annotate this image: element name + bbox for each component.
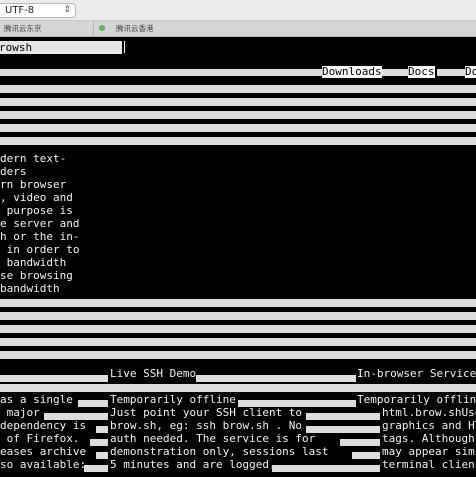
middle-column-line: demonstration only, sessions last: [110, 445, 329, 458]
render-bar: [238, 400, 356, 407]
tab-hongkong[interactable]: 腾讯云香港: [93, 21, 476, 36]
tab-label: 腾讯云香港: [116, 24, 154, 33]
render-bar: [352, 452, 380, 459]
intro-line: e server and: [0, 217, 80, 230]
render-bar: [0, 69, 322, 76]
section-header-demo: Live SSH Demo: [110, 367, 197, 380]
render-bar: [0, 312, 476, 320]
chevron-updown-icon: ⇕: [63, 5, 71, 15]
render-bar: [306, 426, 380, 433]
left-column-line: of Firefox.: [0, 432, 80, 445]
render-bar: [0, 98, 476, 106]
render-bar: [0, 299, 476, 307]
left-column-line: so available:: [0, 458, 87, 471]
intro-line: purpose is: [0, 204, 73, 217]
encoding-label: UTF-8: [5, 5, 35, 16]
render-bar: [196, 375, 356, 382]
left-column-line: eases archive: [0, 445, 87, 458]
middle-column-line: brow.sh, eg: ssh brow.sh . No: [110, 419, 303, 432]
render-bar: [90, 439, 108, 446]
left-column-line: major: [0, 406, 40, 419]
nav-link-docs[interactable]: Docs: [408, 66, 435, 78]
intro-line: bandwidth: [0, 256, 67, 269]
top-toolbar: UTF-8 ⇕: [0, 0, 476, 21]
right-column-line: terminal clien: [382, 458, 475, 471]
render-bar: [0, 384, 476, 392]
terminal-area[interactable]: rowsh Downloads Docs Do dern text- ders …: [0, 37, 476, 477]
right-column-line: graphics and HTM: [382, 419, 476, 432]
active-dot-icon: [99, 25, 105, 31]
render-bar: [437, 69, 465, 76]
render-bar: [0, 338, 476, 346]
render-bar: [0, 137, 476, 145]
render-bar: [340, 439, 380, 446]
render-bar: [96, 452, 108, 459]
tab-tokyo[interactable]: 腾讯云东京: [0, 21, 92, 36]
section-header-services: In-browser Services: [357, 367, 476, 380]
render-bar: [306, 413, 380, 420]
terminal-tab-bar: 腾讯云东京 腾讯云香港: [0, 21, 476, 37]
intro-line: , video and: [0, 191, 73, 204]
text-cursor: [124, 41, 125, 53]
render-bar: [0, 124, 476, 132]
intro-line: in order to: [0, 243, 80, 256]
tab-label: 腾讯云东京: [4, 24, 42, 33]
left-column-line: as a single: [0, 393, 73, 406]
render-bar: [0, 111, 476, 119]
intro-line: ders: [0, 165, 27, 178]
render-bar: [78, 400, 108, 407]
middle-column-line: 5 minutes and are logged.: [110, 458, 276, 471]
nav-link-other[interactable]: Do: [465, 66, 476, 78]
middle-column-line: auth needed. The service is for: [110, 432, 316, 445]
render-bar: [96, 426, 108, 433]
render-bar: [0, 325, 476, 333]
url-text: rowsh: [0, 41, 33, 54]
render-bar: [382, 69, 408, 76]
intro-line: dern text-: [0, 152, 67, 165]
right-column-line: tags. Although: [382, 432, 475, 445]
render-bar: [272, 465, 380, 472]
nav-link-downloads[interactable]: Downloads: [322, 66, 382, 78]
render-bar: [0, 85, 476, 93]
intro-line: bandwidth: [0, 282, 60, 295]
render-bar: [0, 375, 108, 382]
render-bar: [44, 413, 108, 420]
middle-column-line: Just point your SSH client to: [110, 406, 303, 419]
intro-line: se browsing: [0, 269, 73, 282]
middle-column-line: Temporarily offline: [110, 393, 236, 406]
left-column-line: dependency is: [0, 419, 87, 432]
render-bar: [0, 351, 476, 359]
intro-line: rn browser: [0, 178, 67, 191]
intro-line: h or the in-: [0, 230, 80, 243]
right-column-line: may appear sim: [382, 445, 475, 458]
render-bar: [84, 465, 108, 472]
right-column-line: html.brow.shUse: [382, 406, 476, 419]
right-column-line: Temporarily offline: [357, 393, 476, 406]
encoding-select[interactable]: UTF-8 ⇕: [0, 3, 76, 18]
